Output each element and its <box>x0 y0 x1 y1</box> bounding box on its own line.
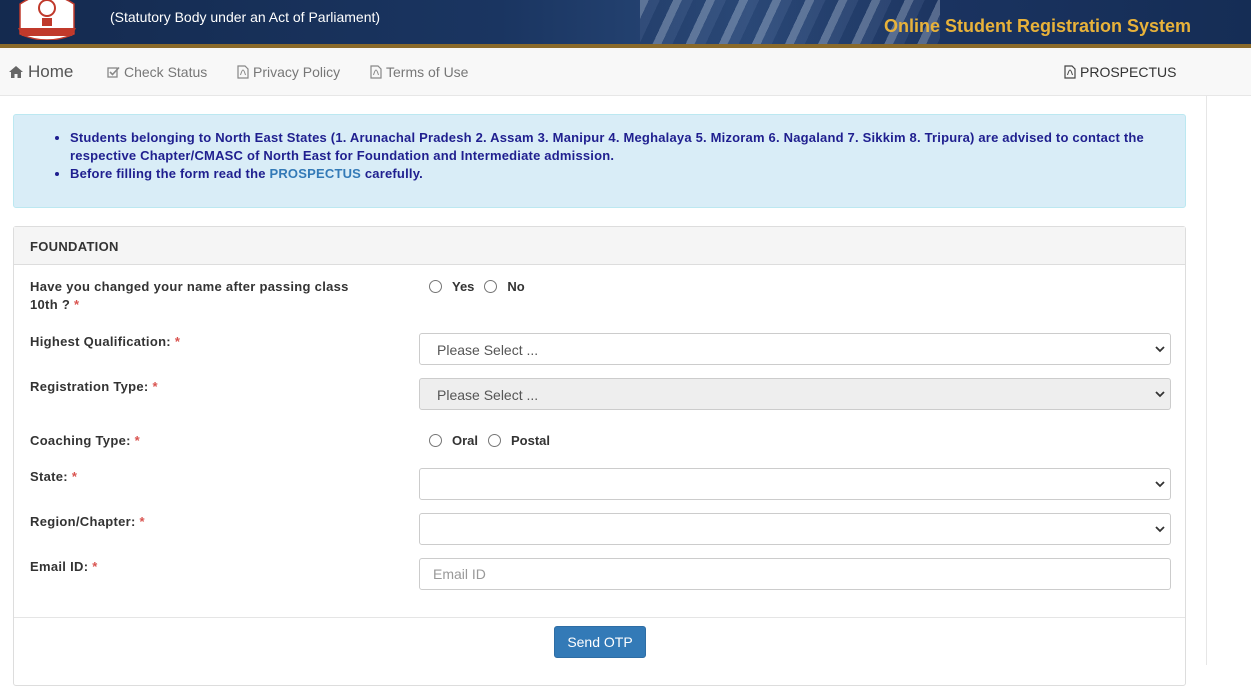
header-subtitle: (Statutory Body under an Act of Parliame… <box>110 9 381 25</box>
registration-type-label: Registration Type: * <box>30 378 158 396</box>
info-alert: Students belonging to North East States … <box>13 114 1186 208</box>
coaching-type-label-text: Coaching Type: <box>30 433 131 448</box>
qualification-select[interactable]: Please Select ... <box>419 333 1171 365</box>
panel-footer-divider <box>14 617 1185 618</box>
foundation-panel: FOUNDATION Have you changed your name af… <box>13 226 1186 686</box>
nav-prospectus-link[interactable]: PROSPECTUS <box>1064 48 1176 96</box>
email-label-text: Email ID: <box>30 559 89 574</box>
alert-item-north-east: Students belonging to North East States … <box>55 129 1180 165</box>
nav-home-label: Home <box>28 62 74 81</box>
name-change-no-radio[interactable] <box>484 280 498 293</box>
chevron-down-icon <box>1155 346 1165 353</box>
coaching-oral-radio[interactable] <box>429 434 442 447</box>
send-otp-button[interactable]: Send OTP <box>554 626 646 658</box>
qualification-label-text: Highest Qualification: <box>30 334 171 349</box>
chevron-down-icon <box>1155 526 1165 533</box>
panel-title: FOUNDATION <box>30 239 119 254</box>
panel-heading: FOUNDATION <box>14 227 1185 265</box>
name-change-no-label: No <box>507 279 525 294</box>
required-marker: * <box>174 334 181 349</box>
region-label-text: Region/Chapter: <box>30 514 136 529</box>
system-title: Online Student Registration System <box>883 16 1191 36</box>
qualification-select-value: Please Select ... <box>437 342 539 358</box>
name-change-yes-radio[interactable] <box>429 280 442 293</box>
registration-type-label-text: Registration Type: <box>30 379 149 394</box>
region-select[interactable] <box>419 513 1171 545</box>
home-icon <box>9 66 23 78</box>
coaching-oral-label: Oral <box>452 433 479 448</box>
content-gutter-divider <box>1206 96 1207 665</box>
nav-terms-of-use-label: Terms of Use <box>386 64 469 80</box>
navbar: Home Check Status Privacy Policy Terms o… <box>0 48 1251 96</box>
required-marker: * <box>134 433 141 448</box>
coaching-postal-radio[interactable] <box>488 434 502 447</box>
email-field-wrapper <box>419 558 1171 590</box>
alert-prospectus-link[interactable]: PROSPECTUS <box>269 166 361 181</box>
name-change-yes-label: Yes <box>452 279 475 294</box>
email-label: Email ID: * <box>30 558 98 576</box>
state-label: State: * <box>30 468 77 486</box>
nav-privacy-policy-label: Privacy Policy <box>253 64 341 80</box>
qualification-label: Highest Qualification: * <box>30 333 180 351</box>
email-field[interactable] <box>420 559 1170 589</box>
pdf-file-icon <box>370 65 382 79</box>
pdf-file-icon <box>1064 65 1076 79</box>
nav-privacy-policy-link[interactable]: Privacy Policy <box>237 48 340 96</box>
nav-home-link[interactable]: Home <box>8 48 73 96</box>
required-marker: * <box>139 514 145 529</box>
registration-type-select-value: Please Select ... <box>437 387 539 403</box>
required-marker: * <box>92 559 98 574</box>
alert-item-prospectus: Before filling the form read the PROSPEC… <box>55 165 1180 183</box>
coaching-type-label: Coaching Type: * <box>30 432 140 450</box>
chevron-down-icon <box>1155 391 1165 398</box>
registration-type-select[interactable]: Please Select ... <box>419 378 1171 410</box>
nav-terms-of-use-link[interactable]: Terms of Use <box>370 48 468 96</box>
institute-logo <box>18 0 76 40</box>
name-change-label: Have you changed your name after passing… <box>30 278 375 314</box>
alert-list: Students belonging to North East States … <box>55 129 1180 183</box>
chevron-down-icon <box>1155 481 1165 488</box>
state-select[interactable] <box>419 468 1171 500</box>
pdf-file-icon <box>237 65 249 79</box>
state-label-text: State: <box>30 469 68 484</box>
required-marker: * <box>152 379 158 394</box>
header-banner: (Statutory Body under an Act of Parliame… <box>0 0 1251 46</box>
coaching-type-radio-group: Oral Postal <box>429 433 560 448</box>
alert-prospectus-prefix: Before filling the form read the <box>70 166 266 181</box>
coaching-postal-label: Postal <box>511 433 551 448</box>
nav-prospectus-label: PROSPECTUS <box>1080 64 1177 80</box>
region-label: Region/Chapter: * <box>30 513 145 531</box>
name-change-radio-group: Yes No <box>429 279 535 294</box>
nav-check-status-label: Check Status <box>124 64 208 80</box>
alert-prospectus-suffix: carefully. <box>364 166 423 181</box>
required-marker: * <box>71 469 78 484</box>
check-square-icon <box>107 66 120 78</box>
nav-check-status-link[interactable]: Check Status <box>107 48 207 96</box>
required-marker: * <box>74 297 80 312</box>
